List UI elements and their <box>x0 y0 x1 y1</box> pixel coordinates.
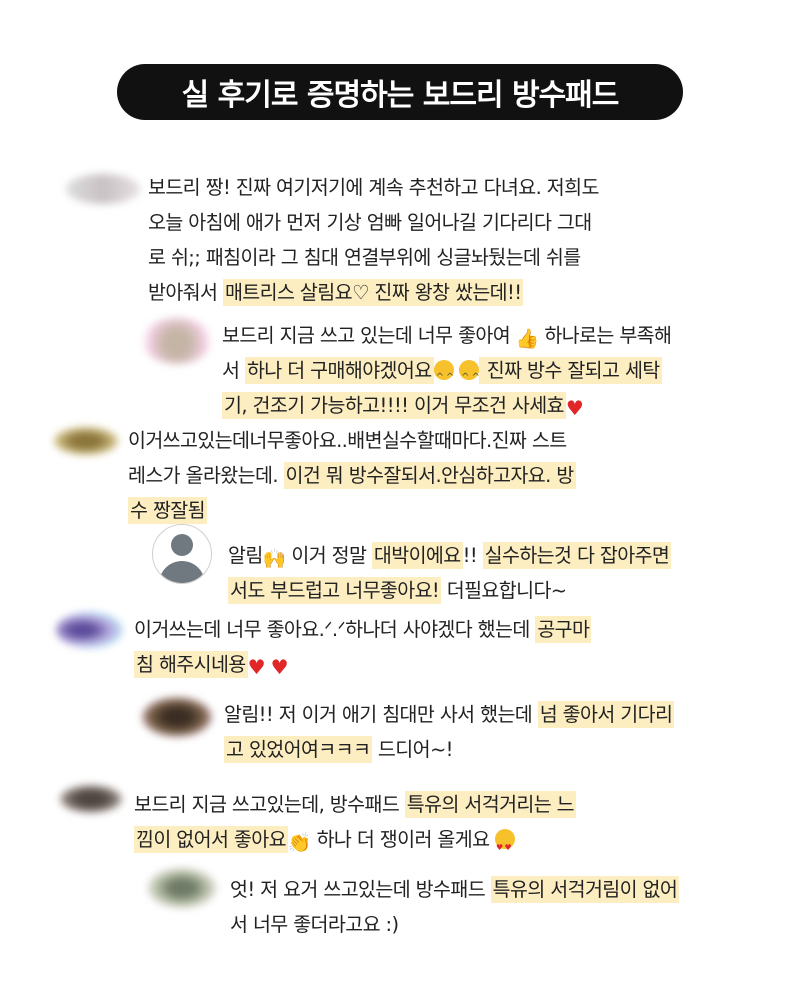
comment-1: 보드리 짱! 진짜 여기저기에 계속 추천하고 다녀요. 저희도오늘 아침에 애… <box>66 170 599 310</box>
highlighted-text: 기, 건조기 가능하고!!!! 이거 무조건 사세효 <box>222 392 566 419</box>
heart-icon: ♥ <box>270 655 289 679</box>
heart-icon: ♥ <box>565 396 584 420</box>
comment-text: 엇! 저 요거 쓰고있는데 방수패드 특유의 서걱거림이 없어서 너무 좋더라고… <box>230 872 680 942</box>
highlighted-text: 매트리스 살림요♡ 진짜 왕창 쌌는데!! <box>222 279 524 306</box>
comment-text-segment: 받아줘서 <box>148 281 223 304</box>
avatar <box>54 427 118 455</box>
comment-text: 이거쓰는데 너무 좋아요.ᐟ.ᐟ하나더 사야겠다 했는데 공구마 침 해주시네용 ♥… <box>134 612 592 682</box>
comment-text-segment: 오늘 아침에 애가 먼저 기상 엄빠 일어나길 기다리다 그대 <box>148 211 592 234</box>
highlighted-text: 대박이에요 <box>371 542 463 569</box>
comment-line: 이거쓰는데 너무 좋아요.ᐟ.ᐟ하나더 사야겠다 했는데 공구마 <box>134 612 592 647</box>
comment-line: 받아줘서 매트리스 살림요♡ 진짜 왕창 쌌는데!! <box>148 275 599 310</box>
comment-line: 알림🙌 이거 정말 대박이에요!! 실수하는것 다 잡아주면 <box>228 538 672 573</box>
comment-line: 오늘 아침에 애가 먼저 기상 엄빠 일어나길 기다리다 그대 <box>148 205 599 240</box>
highlighted-text: 고 있었어여ㅋㅋㅋ <box>224 736 373 763</box>
comment-line: 보드리 지금 쓰고 있는데 너무 좋아여 👍 하나로는 부족해 <box>222 318 672 353</box>
comment-line: 레스가 올라왔는데. 이건 뭐 방수잘되서.안심하고자요. 방 <box>128 458 576 493</box>
highlighted-text: 넘 좋아서 기다리 <box>537 701 675 728</box>
comment-text-segment: 서 너무 좋더라고요 :) <box>230 913 399 936</box>
comment-text-segment: 보드리 지금 쓰고있는데, 방수패드 <box>134 793 405 816</box>
comment-line: 보드리 지금 쓰고있는데, 방수패드 특유의 서걱거리는 느 <box>134 787 577 822</box>
thumbs-up-icon: 👍 <box>515 328 540 350</box>
raised-hands-icon: 🙌 <box>262 548 287 570</box>
highlighted-text: 특유의 서걱거림이 없어 <box>490 876 680 903</box>
heart-eyes-face-icon <box>495 829 516 865</box>
page-title: 실 후기로 증명하는 보드리 방수패드 <box>117 64 683 120</box>
avatar <box>142 318 212 364</box>
avatar <box>142 697 212 737</box>
comment-line: 보드리 짱! 진짜 여기저기에 계속 추천하고 다녀요. 저희도 <box>148 170 599 205</box>
comment-text-segment: 엇! 저 요거 쓰고있는데 방수패드 <box>230 878 491 901</box>
comment-line: 침 해주시네용 ♥ ♥ <box>134 647 591 682</box>
highlighted-text: 하나 더 구매해야겠어요 <box>244 357 434 384</box>
comment-line: 서도 부드럽고 너무좋아요! 더필요합니다~ <box>228 573 671 608</box>
comment-line: 서 하나 더 구매해야겠어요 진짜 방수 잘되고 세탁 <box>222 353 671 395</box>
grinning-face-icon <box>433 360 454 395</box>
comment-4: 알림🙌 이거 정말 대박이에요!! 실수하는것 다 잡아주면 서도 부드럽고 너무… <box>152 524 672 608</box>
comment-line: 엇! 저 요거 쓰고있는데 방수패드 특유의 서걱거림이 없어 <box>230 872 680 907</box>
avatar <box>56 612 122 648</box>
comment-text-segment: 서 <box>222 359 245 382</box>
comment-text-segment: 이거쓰는데 너무 좋아요.ᐟ.ᐟ하나더 사야겠다 했는데 <box>134 618 536 641</box>
highlighted-text: 실수하는것 다 잡아주면 <box>482 542 672 569</box>
avatar <box>66 174 140 204</box>
comment-2: 보드리 지금 쓰고 있는데 너무 좋아여 👍 하나로는 부족해 서 하나 더 구매… <box>142 318 672 423</box>
highlighted-text: 침 해주시네용 <box>134 651 248 678</box>
comment-3: 이거쓰고있는데너무좋아요..배변실수할때마다.진짜 스트레스가 올라왔는데. 이… <box>54 423 576 528</box>
comment-7: 보드리 지금 쓰고있는데, 방수패드 특유의 서걱거리는 느 낌이 없어서 좋아요… <box>60 785 577 865</box>
comment-text-segment: 알림 <box>228 544 263 567</box>
comment-text: 보드리 지금 쓰고 있는데 너무 좋아여 👍 하나로는 부족해 서 하나 더 구매… <box>222 318 672 423</box>
comment-text-segment: 보드리 지금 쓰고 있는데 너무 좋아여 <box>222 324 516 347</box>
comment-text-segment: 이거쓰고있는데너무좋아요..배변실수할때마다.진짜 스트 <box>128 429 567 452</box>
comment-line: 고 있었어여ㅋㅋㅋ 드디어~! <box>224 732 674 767</box>
highlighted-text: 진짜 방수 잘되고 세탁 <box>479 357 662 384</box>
comment-text-segment: 알림!! 저 이거 애기 침대만 사서 했는데 <box>224 703 538 726</box>
highlighted-text: 공구마 <box>535 616 592 643</box>
avatar <box>148 868 216 908</box>
comment-text-segment: 로 쉬;; 패침이라 그 침대 연결부위에 싱글놔뒀는데 쉬를 <box>148 246 581 269</box>
comment-line: 수 짱잘됨 <box>128 493 576 528</box>
comment-5: 이거쓰는데 너무 좋아요.ᐟ.ᐟ하나더 사야겠다 했는데 공구마 침 해주시네용 ♥… <box>56 612 592 682</box>
comment-text-segment: 이거 정말 <box>285 544 372 567</box>
comment-text: 이거쓰고있는데너무좋아요..배변실수할때마다.진짜 스트레스가 올라왔는데. 이… <box>128 423 576 528</box>
comment-text-segment: 하나 더 쟁이러 올게요 <box>310 828 496 851</box>
clapping-hands-icon: 👏 <box>287 832 312 854</box>
page-title-text: 실 후기로 증명하는 보드리 방수패드 <box>181 78 620 113</box>
default-avatar-icon <box>152 524 212 584</box>
highlighted-text: 낌이 없어서 좋아요 <box>134 826 288 853</box>
highlighted-text: 서도 부드럽고 너무좋아요! <box>228 577 442 604</box>
comment-text-segment: 보드리 짱! 진짜 여기저기에 계속 추천하고 다녀요. 저희도 <box>148 176 599 199</box>
comment-8: 엇! 저 요거 쓰고있는데 방수패드 특유의 서걱거림이 없어서 너무 좋더라고… <box>148 868 680 942</box>
comment-text: 보드리 지금 쓰고있는데, 방수패드 특유의 서걱거리는 느 낌이 없어서 좋아요… <box>134 787 577 865</box>
highlighted-text: 특유의 서걱거리는 느 <box>404 791 577 818</box>
comment-line: 로 쉬;; 패침이라 그 침대 연결부위에 싱글놔뒀는데 쉬를 <box>148 240 599 275</box>
avatar <box>60 785 122 813</box>
comment-text-segment: 레스가 올라왔는데. <box>128 464 284 487</box>
highlighted-text: 이건 뭐 방수잘되서.안심하고자요. 방 <box>283 462 576 489</box>
comment-text-segment: 드디어~! <box>372 738 454 761</box>
comment-line: 낌이 없어서 좋아요 👏 하나 더 쟁이러 올게요 <box>134 822 576 865</box>
grinning-face-icon <box>459 360 479 395</box>
heart-icon: ♥ <box>247 655 266 679</box>
comment-text: 알림🙌 이거 정말 대박이에요!! 실수하는것 다 잡아주면 서도 부드럽고 너무… <box>228 538 672 608</box>
highlighted-text: 수 짱잘됨 <box>128 497 207 524</box>
comment-text-segment: !! <box>462 544 483 567</box>
comment-line: 알림!! 저 이거 애기 침대만 사서 했는데 넘 좋아서 기다리 <box>224 697 675 732</box>
comment-text: 보드리 짱! 진짜 여기저기에 계속 추천하고 다녀요. 저희도오늘 아침에 애… <box>148 170 599 310</box>
comment-line: 서 너무 좋더라고요 :) <box>230 907 679 942</box>
comment-6: 알림!! 저 이거 애기 침대만 사서 했는데 넘 좋아서 기다리 고 있었어여ㅋ… <box>142 697 675 767</box>
comment-text-segment: 더필요합니다~ <box>441 579 567 602</box>
comment-line: 이거쓰고있는데너무좋아요..배변실수할때마다.진짜 스트 <box>128 423 576 458</box>
comment-text: 알림!! 저 이거 애기 침대만 사서 했는데 넘 좋아서 기다리 고 있었어여ㅋ… <box>224 697 675 767</box>
comment-text-segment: 하나로는 부족해 <box>538 324 672 347</box>
